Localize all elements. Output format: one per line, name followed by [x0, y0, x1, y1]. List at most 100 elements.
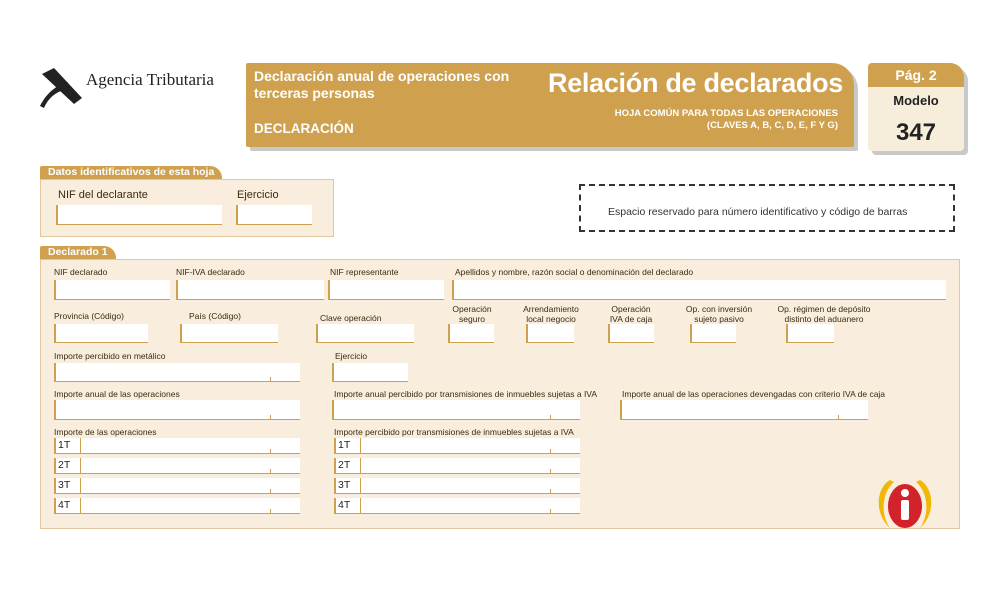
quarter-label: 4T [58, 499, 71, 511]
quarter-row-2t[interactable]: 2T [54, 458, 300, 474]
nif-declarado-field[interactable] [54, 280, 170, 300]
quarter-label: 2T [58, 459, 71, 471]
quarter-separator [360, 458, 361, 473]
ejercicio-field[interactable] [236, 205, 312, 225]
operacion-seguro-field[interactable] [448, 324, 494, 343]
quarter-separator [80, 458, 81, 473]
quarter-separator [80, 478, 81, 493]
importe-anual-caja-label: Importe anual de las operaciones devenga… [622, 389, 886, 399]
quarter-row-1t[interactable]: 1T [54, 438, 300, 454]
subtitle-line1: HOJA COMÚN PARA TODAS LAS OPERACIONES [614, 108, 838, 119]
inversion-label-1: Op. con inversión [685, 304, 753, 314]
declarado-tab: Declarado 1 [40, 246, 116, 259]
page-number: Pág. 2 [868, 63, 964, 87]
quarter-label: 2T [338, 459, 351, 471]
modelo-number: 347 [895, 119, 937, 146]
quarter-separator [360, 438, 361, 453]
importe-metalico-field[interactable] [54, 363, 300, 382]
clave-operacion-field[interactable] [316, 324, 414, 343]
decimal-tick [550, 489, 551, 494]
operacion-iva-caja-label: Operación IVA de caja [604, 304, 658, 324]
provincia-label: Provincia (Código) [54, 311, 124, 321]
agency-name: Agencia Tributaria [86, 70, 214, 89]
importe-anual-inmuebles-label: Importe anual percibido por transmisione… [334, 389, 598, 399]
decimal-tick [270, 489, 271, 494]
regimen-deposito-label: Op. régimen de depósito distinto del adu… [770, 304, 878, 324]
decimal-tick [550, 449, 551, 454]
importe-anual-inmuebles-field[interactable] [332, 400, 580, 420]
datos-tab: Datos identificativos de esta hoja [40, 166, 223, 179]
importe-anual-field[interactable] [54, 400, 300, 420]
quarter-inmuebles-row-4t[interactable]: 4T [334, 498, 580, 514]
regimen-label-2: distinto del aduanero [784, 314, 864, 324]
page-title: Relación de declarados [548, 68, 844, 98]
provincia-field[interactable] [54, 324, 148, 343]
operacion-seguro-label-2: seguro [459, 314, 485, 324]
apellidos-label: Apellidos y nombre, razón social o denom… [455, 267, 694, 277]
quarter-separator [360, 498, 361, 513]
importe-metalico-label: Importe percibido en metálico [54, 351, 166, 361]
nif-declarante-field[interactable] [56, 205, 222, 225]
nif-iva-field[interactable] [176, 280, 324, 300]
arrendamiento-label-2: local negocio [526, 314, 576, 324]
quarter-inmuebles-row-2t[interactable]: 2T [334, 458, 580, 474]
decimal-tick [270, 509, 271, 514]
regimen-label-1: Op. régimen de depósito [777, 304, 871, 314]
quarter-label: 3T [338, 479, 351, 491]
quarter-separator [360, 478, 361, 493]
operacion-iva-caja-label-2: IVA de caja [609, 314, 653, 324]
quarter-label: 1T [58, 439, 71, 451]
form-title-line1: Declaración anual de operaciones con [254, 68, 510, 84]
importe-anual-label: Importe anual de las operaciones [54, 389, 180, 399]
barcode-text: Espacio reservado para número identifica… [608, 206, 908, 218]
decimal-tick [550, 415, 551, 420]
info-icon [878, 480, 932, 528]
form-title-line2: terceras personas [254, 85, 375, 101]
nif-declarado-label: NIF declarado [54, 267, 108, 277]
modelo-label: Modelo [893, 93, 939, 108]
quarter-separator [80, 498, 81, 513]
decimal-tick [550, 509, 551, 514]
quarter-inmuebles-row-1t[interactable]: 1T [334, 438, 580, 454]
form-title: Declaración anual de operaciones con ter… [254, 68, 534, 102]
quarter-label: 1T [338, 439, 351, 451]
operacion-iva-caja-field[interactable] [608, 324, 654, 343]
inversion-sujeto-pasivo-label: Op. con inversión sujeto pasivo [676, 304, 762, 324]
arrendamiento-field[interactable] [526, 324, 574, 343]
ejercicio-metalico-label: Ejercicio [335, 351, 368, 361]
quarter-row-4t[interactable]: 4T [54, 498, 300, 514]
importe-operaciones-label: Importe de las operaciones [54, 427, 157, 437]
inversion-sujeto-pasivo-field[interactable] [690, 324, 736, 343]
apellidos-field[interactable] [452, 280, 946, 300]
quarter-label: 3T [58, 479, 71, 491]
decimal-tick [838, 415, 839, 420]
ejercicio-label: Ejercicio [237, 189, 279, 201]
nif-representante-field[interactable] [328, 280, 444, 300]
clave-operacion-label: Clave operación [320, 313, 382, 323]
importe-anual-caja-field[interactable] [620, 400, 868, 420]
nif-representante-label: NIF representante [330, 267, 399, 277]
arrendamiento-label-1: Arrendamiento [523, 304, 579, 314]
operacion-iva-caja-label-1: Operación [611, 304, 651, 314]
importe-inmuebles-label: Importe percibido por transmisiones de i… [334, 427, 574, 437]
quarter-separator [80, 438, 81, 453]
decimal-tick [270, 449, 271, 454]
decimal-tick [270, 377, 271, 382]
subtitle-line2: (CLAVES A, B, C, D, E, F Y G) [706, 120, 838, 131]
quarter-inmuebles-row-3t[interactable]: 3T [334, 478, 580, 494]
quarter-label: 4T [338, 499, 351, 511]
operacion-seguro-label-1: Operación [452, 304, 492, 314]
operacion-seguro-label: Operación seguro [446, 304, 498, 324]
page-subtitle: HOJA COMÚN PARA TODAS LAS OPERACIONES (C… [600, 108, 838, 132]
ejercicio-metalico-field[interactable] [332, 363, 408, 382]
quarter-row-3t[interactable]: 3T [54, 478, 300, 494]
decimal-tick [270, 469, 271, 474]
nif-declarante-label: NIF del declarante [58, 189, 148, 201]
decimal-tick [550, 469, 551, 474]
arrendamiento-label: Arrendamiento local negocio [518, 304, 584, 324]
nif-iva-label: NIF-IVA declarado [176, 267, 245, 277]
pais-label: País (Código) [189, 311, 241, 321]
inversion-label-2: sujeto pasivo [694, 314, 744, 324]
pais-field[interactable] [180, 324, 278, 343]
regimen-deposito-field[interactable] [786, 324, 834, 343]
